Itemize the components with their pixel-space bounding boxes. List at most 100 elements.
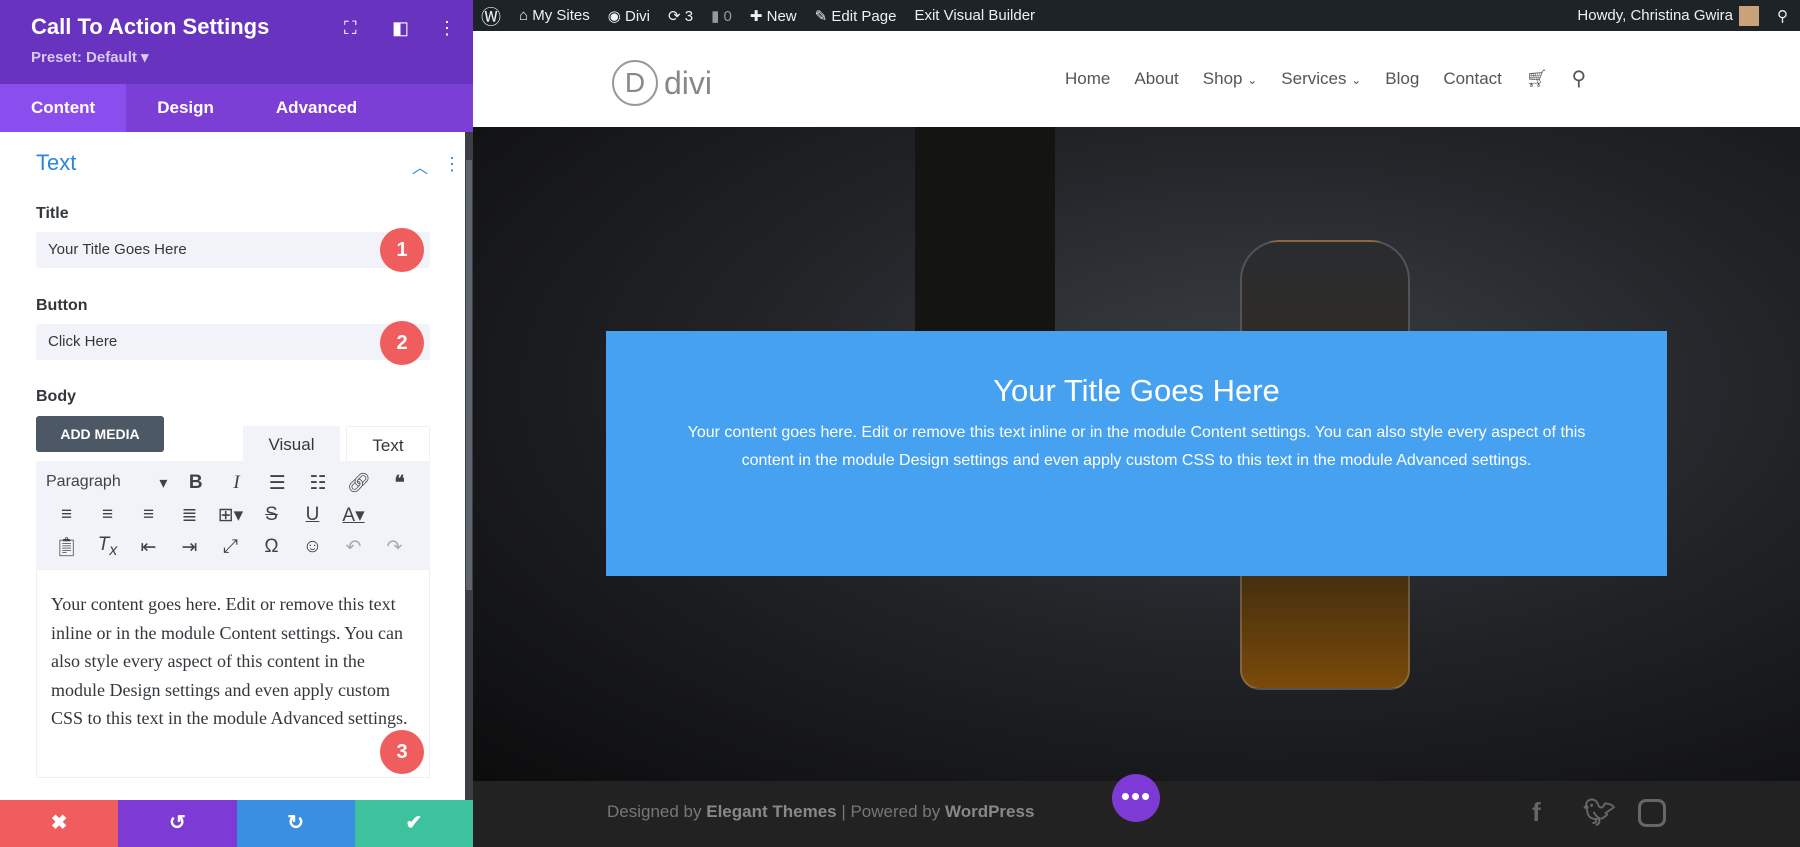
my-sites-label: My Sites [532,7,590,24]
indent-icon[interactable]: ⇥ [169,536,210,559]
cart-icon[interactable]: 🛒︎ [1526,69,1548,89]
nav-services[interactable]: Services ⌄ [1281,69,1361,89]
add-media-button[interactable]: ADD MEDIA [36,416,164,452]
emoji-icon[interactable]: ☺ [292,536,333,558]
nav-shop-label: Shop [1202,68,1243,88]
chevron-up-icon[interactable]: ︿ [412,154,428,178]
scrollbar-thumb[interactable] [466,160,472,590]
more-options-icon[interactable]: ⋮ [438,18,456,39]
section-title-text[interactable]: Text [36,150,76,176]
footer-designed: Designed by [607,802,707,821]
footer-wordpress-link[interactable]: WordPress [945,802,1034,821]
link-icon[interactable]: 🔗︎ [338,471,379,495]
undo-button[interactable]: ↺ [118,800,237,847]
new-link[interactable]: ✚ New [750,7,797,25]
divi-logo[interactable]: D divi [612,60,712,106]
tab-visual[interactable]: Visual [243,426,340,462]
split-view-icon[interactable]: ◧ [392,18,409,39]
howdy-user[interactable]: Howdy, Christina Gwira [1577,7,1733,24]
comments-link[interactable]: ▮ 0 [711,7,732,25]
button-input[interactable]: Click Here [36,324,430,360]
cancel-button[interactable]: ✖ [0,800,119,847]
focus-icon[interactable]: ⛶ [344,18,357,39]
format-select-value: Paragraph [46,473,121,490]
save-button[interactable]: ✔ [354,800,473,847]
updates-count: 3 [684,7,694,25]
blockquote-icon[interactable]: ❝ [379,472,420,495]
outdent-icon[interactable]: ⇤ [128,536,169,559]
button-label: Button [36,297,88,314]
nav-contact[interactable]: Contact [1443,69,1502,89]
special-character-icon[interactable]: Ω [251,536,292,558]
cta-title[interactable]: Your Title Goes Here [606,373,1667,409]
cta-body[interactable]: Your content goes here. Edit or remove t… [687,419,1587,475]
site-link[interactable]: ◉ Divi [608,7,650,25]
search-icon[interactable]: ⚲ [1572,66,1587,91]
undo-icon[interactable]: ↶ [333,536,374,559]
tab-design[interactable]: Design [126,84,245,132]
chevron-down-icon: ⌄ [1247,72,1258,87]
tab-advanced[interactable]: Advanced [245,84,388,132]
main-nav: Home About Shop ⌄ Services ⌄ Blog Contac… [1065,66,1586,91]
facebook-icon[interactable]: f [1532,797,1541,828]
italic-icon[interactable]: I [216,472,257,494]
chevron-down-icon: ⌄ [1351,72,1362,87]
edit-page-label: Edit Page [831,7,897,25]
body-label: Body [36,388,76,405]
annotation-badge-1: 1 [380,228,424,272]
nav-home[interactable]: Home [1065,69,1110,89]
updates-link[interactable]: ⟳ 3 [668,7,693,25]
strikethrough-icon[interactable]: S [251,504,292,526]
editor-toolbar: Paragraph ▾ B I ☰ ☷ 🔗︎ ❝ ≡ ≡ ≡ ≣ ⊞▾ S U A… [36,461,430,569]
numbered-list-icon[interactable]: ☷ [298,472,339,495]
search-icon[interactable]: ⚲ [1777,7,1800,25]
site-label: Divi [625,7,651,25]
builder-menu-button[interactable]: ••• [1112,774,1160,822]
instagram-icon[interactable] [1638,799,1666,827]
fullscreen-icon[interactable]: ⤢ [210,536,251,558]
underline-icon[interactable]: U [292,504,333,526]
text-color-icon[interactable]: A▾ [333,504,374,527]
panel-title: Call To Action Settings [31,14,270,39]
bullet-list-icon[interactable]: ☰ [257,472,298,495]
redo-icon[interactable]: ↷ [374,536,415,559]
clear-formatting-icon[interactable]: Tx [87,534,128,560]
call-to-action-module[interactable]: Your Title Goes Here Your content goes h… [606,331,1667,576]
caret-down-icon: ▾ [159,475,168,492]
panel-tabs: Content Design Advanced [0,84,473,132]
exit-visual-builder-link[interactable]: Exit Visual Builder [914,7,1035,24]
align-center-icon[interactable]: ≡ [87,504,128,526]
title-label: Title [36,205,69,222]
justify-icon[interactable]: ≣ [169,504,210,527]
wp-admin-bar: Ⓦ ⌂ My Sites ◉ Divi ⟳ 3 ▮ 0 ✚ New ✎ Edit… [473,0,1800,31]
nav-blog[interactable]: Blog [1385,69,1419,89]
nav-shop[interactable]: Shop ⌄ [1203,69,1258,89]
title-input[interactable]: Your Title Goes Here [36,232,430,268]
preset-dropdown[interactable]: Preset: Default ▾ [31,48,149,66]
section-menu-icon[interactable]: ⋮ [443,154,461,175]
twitter-icon[interactable]: 🐦︎ [1583,797,1616,828]
redo-button[interactable]: ↻ [236,800,355,847]
table-icon[interactable]: ⊞▾ [210,504,251,527]
panel-header [0,0,473,84]
bold-icon[interactable]: B [175,472,216,494]
my-sites-link[interactable]: ⌂ My Sites [519,7,590,24]
align-right-icon[interactable]: ≡ [128,504,169,526]
annotation-badge-3: 3 [380,730,424,774]
align-left-icon[interactable]: ≡ [46,504,87,526]
paste-text-icon[interactable]: 📋︎ [46,535,87,559]
comments-count: 0 [723,7,732,25]
nav-about[interactable]: About [1134,69,1178,89]
footer-credits: Designed by Elegant Themes | Powered by … [607,802,1034,822]
wordpress-logo-icon[interactable]: Ⓦ [481,1,501,30]
tab-text[interactable]: Text [346,426,430,462]
edit-page-link[interactable]: ✎ Edit Page [815,7,897,25]
format-select[interactable]: Paragraph ▾ [46,473,175,493]
footer-elegant-link[interactable]: Elegant Themes [706,802,836,821]
logo-mark: D [612,60,658,106]
new-label: New [766,7,797,25]
body-editor[interactable]: Your content goes here. Edit or remove t… [36,569,430,778]
tab-content[interactable]: Content [0,84,127,132]
logo-text: divi [664,64,713,101]
user-avatar[interactable] [1739,5,1759,26]
